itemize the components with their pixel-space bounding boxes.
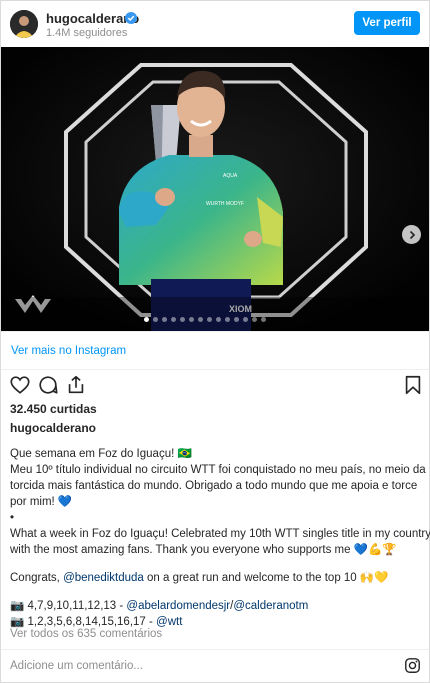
mention-link[interactable]: @abelardomendesjr [126,600,230,612]
comment-icon[interactable] [37,374,59,396]
caption-line: with the most amazing fans. Thank you ev… [10,544,397,556]
caption-line: • [10,512,15,524]
carousel-dot [171,317,176,322]
likes-count[interactable]: 32.450 curtidas [10,402,97,416]
next-photo-button[interactable] [402,225,421,244]
caption-line: What a week in Foz do Iguaçu! Celebrated… [10,528,430,540]
carousel-indicator [144,317,266,322]
mention-link[interactable]: @wtt [156,616,182,628]
view-all-comments-link[interactable]: Ver todos os 635 comentários [10,628,162,640]
chevron-right-icon [409,230,415,239]
heart-icon[interactable] [9,374,31,396]
post-image: XIOM WURTH MODYF AQUA [1,47,429,331]
carousel-dot [144,317,149,322]
share-icon[interactable] [65,374,87,396]
chest-logo: AQUA [223,173,238,179]
see-more-on-instagram-link[interactable]: Ver mais no Instagram [11,345,126,357]
carousel-dot [198,317,203,322]
caption-line: torcida mais fantástica do mundo. Obriga… [10,480,418,492]
carousel-dot [234,317,239,322]
carousel-dot [225,317,230,322]
carousel-dot [243,317,248,322]
post-photo[interactable]: XIOM WURTH MODYF AQUA [1,47,429,331]
carousel-dot [189,317,194,322]
caption-line: Congrats, @benediktduda on a great run a… [10,572,389,584]
caption-line: 📷 4,7,9,10,11,12,13 - @abelardomendesjr/… [10,600,309,612]
followers-count: 1.4M seguidores [46,27,128,39]
avatar[interactable] [10,10,38,38]
instagram-logo-icon[interactable] [404,657,421,674]
caption-line: Que semana em Foz do Iguaçu! 🇧🇷 [10,448,192,460]
carousel-dot [180,317,185,322]
carousel-dot [162,317,167,322]
carousel-dot [216,317,221,322]
mention-link[interactable]: @calderanotm [233,600,308,612]
carousel-dot [153,317,158,322]
shirt-sponsor: WURTH MODYF [206,201,244,207]
caption: Que semana em Foz do Iguaçu! 🇧🇷 Meu 10º … [10,446,430,630]
bookmark-icon[interactable] [402,374,424,396]
caption-line: por mim! 💙 [10,496,73,508]
add-comment-field[interactable]: Adicione um comentário... [10,660,143,672]
instagram-embed-card: hugocalderano 1.4M seguidores Ver perfil [0,0,430,683]
caption-author[interactable]: hugocalderano [10,421,96,435]
caption-line: Meu 10º título individual no circuito WT… [10,464,426,476]
view-profile-button[interactable]: Ver perfil [354,11,420,35]
mention-link[interactable]: @benediktduda [63,572,144,584]
verified-badge-icon [125,12,137,24]
post-header: hugocalderano 1.4M seguidores Ver perfil [1,1,429,47]
carousel-dot [261,317,266,322]
carousel-dot [207,317,212,322]
carousel-dot [252,317,257,322]
